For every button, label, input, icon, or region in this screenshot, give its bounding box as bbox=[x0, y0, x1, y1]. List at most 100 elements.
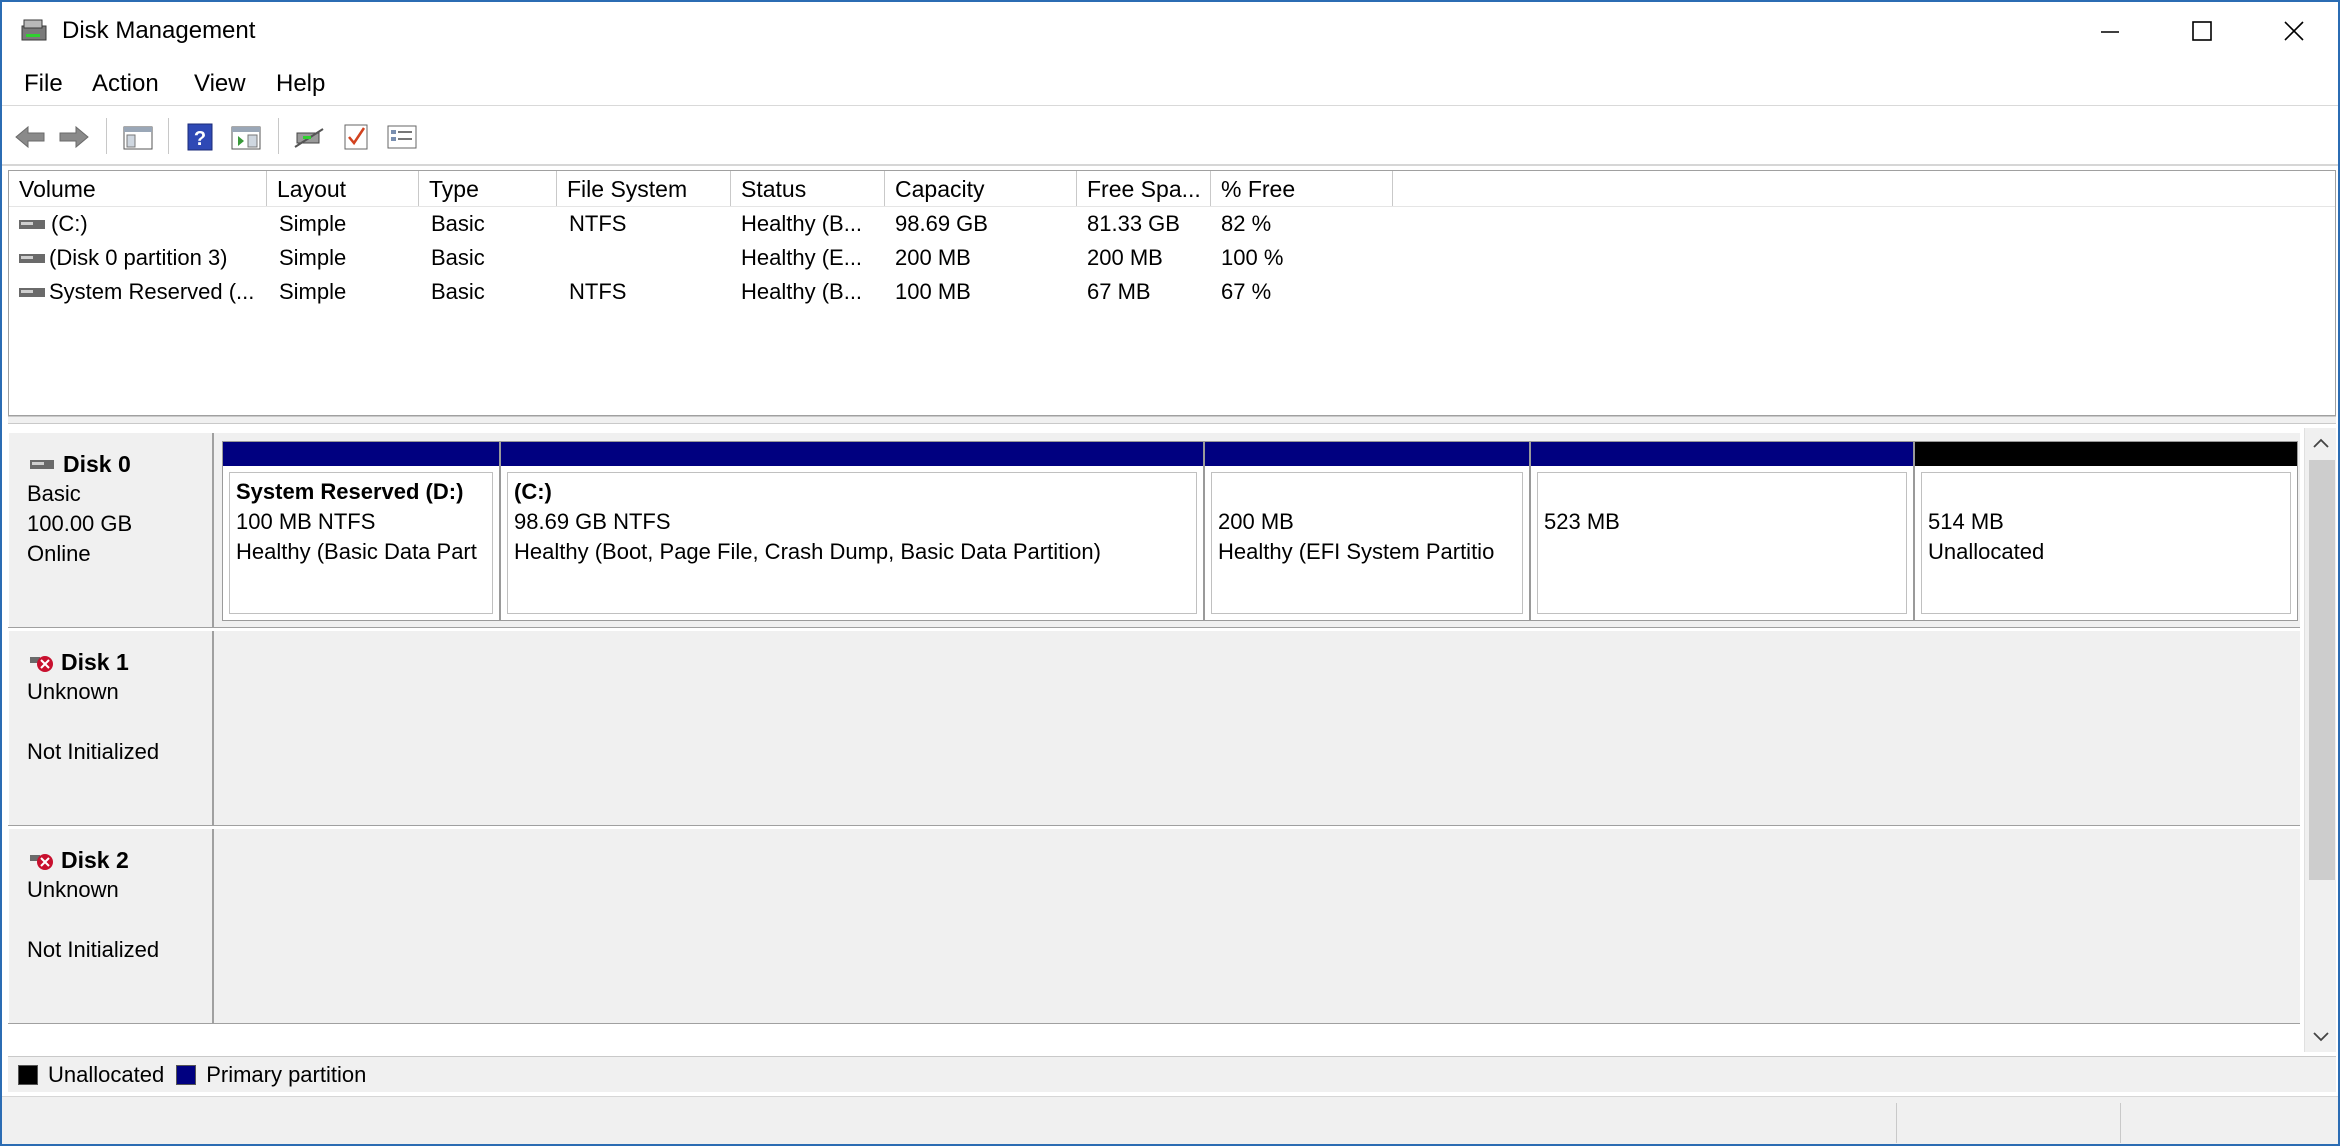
toolbar-separator bbox=[106, 118, 108, 154]
svg-text:?: ? bbox=[194, 128, 206, 150]
volume-capacity: 100 MB bbox=[895, 279, 971, 304]
window-title: Disk Management bbox=[62, 17, 256, 44]
disk-row-0: Disk 0 Basic 100.00 GB Online System Res… bbox=[8, 432, 2300, 628]
toolbar-separator bbox=[278, 118, 280, 154]
chevron-down-icon bbox=[2313, 1032, 2329, 1042]
partition-status: Healthy (Boot, Page File, Crash Dump, Ba… bbox=[514, 539, 1101, 564]
show-action-pane-button[interactable] bbox=[226, 118, 266, 156]
menu-file[interactable]: File bbox=[20, 70, 67, 98]
partition-details: 514 MB Unallocated bbox=[1921, 472, 2291, 614]
scroll-thumb[interactable] bbox=[2309, 460, 2335, 880]
disk-partitions-2 bbox=[218, 829, 2300, 1023]
partition-system-reserved[interactable]: System Reserved (D:) 100 MB NTFS Healthy… bbox=[222, 441, 500, 621]
close-icon bbox=[2284, 21, 2304, 41]
partition-efi[interactable]: 200 MB Healthy (EFI System Partitio bbox=[1204, 441, 1530, 621]
disk-label-1[interactable]: Disk 1 Unknown Not Initialized bbox=[8, 631, 214, 825]
menu-view[interactable]: View bbox=[190, 70, 250, 98]
volume-free-space: 67 MB bbox=[1087, 279, 1151, 304]
partition-size: 100 MB NTFS bbox=[236, 509, 376, 534]
forward-button[interactable] bbox=[54, 118, 94, 156]
primary-partition-swatch bbox=[176, 1064, 197, 1085]
disk-type: Unknown bbox=[27, 679, 119, 704]
volume-free-space: 81.33 GB bbox=[1087, 211, 1180, 236]
volume-layout: Simple bbox=[279, 211, 347, 236]
show-hide-console-tree-button[interactable] bbox=[118, 118, 158, 156]
disk-row-1: Disk 1 Unknown Not Initialized bbox=[8, 630, 2300, 826]
scroll-down-button[interactable] bbox=[2305, 1022, 2337, 1052]
column-header-volume[interactable]: Volume bbox=[9, 171, 267, 206]
volume-row[interactable]: (Disk 0 partition 3) Simple Basic Health… bbox=[9, 241, 2335, 275]
column-header-type[interactable]: Type bbox=[419, 171, 557, 206]
disk-name-text: Disk 1 bbox=[61, 649, 129, 675]
help-icon: ? bbox=[187, 123, 213, 151]
partition-title bbox=[1544, 477, 1900, 507]
volume-row[interactable]: System Reserved (... Simple Basic NTFS H… bbox=[9, 275, 2335, 309]
status-bar-separator bbox=[2120, 1103, 2121, 1143]
status-bar bbox=[2, 1096, 2338, 1144]
volume-layout: Simple bbox=[279, 279, 347, 304]
legend-unallocated-label: Unallocated bbox=[48, 1061, 165, 1087]
volume-percent-free: 82 % bbox=[1221, 211, 1272, 236]
maximize-icon bbox=[2192, 21, 2212, 41]
back-button[interactable] bbox=[10, 118, 50, 156]
menu-help[interactable]: Help bbox=[272, 70, 329, 98]
partition-title bbox=[1218, 477, 1516, 507]
unallocated-bar bbox=[1915, 442, 2297, 466]
disk-type: Unknown bbox=[27, 877, 119, 902]
partition-c[interactable]: (C:) 98.69 GB NTFS Healthy (Boot, Page F… bbox=[500, 441, 1204, 621]
disk-not-initialized-icon bbox=[30, 655, 53, 672]
volume-drive-icon bbox=[19, 220, 45, 229]
check-button[interactable] bbox=[336, 118, 376, 156]
volume-free-space: 200 MB bbox=[1087, 245, 1163, 270]
volume-type: Basic bbox=[431, 211, 485, 236]
connect-icon bbox=[294, 128, 324, 148]
graphical-view-scrollbar[interactable] bbox=[2304, 428, 2336, 1052]
column-header-free-space[interactable]: Free Spa... bbox=[1077, 171, 1211, 206]
partition-details: System Reserved (D:) 100 MB NTFS Healthy… bbox=[229, 472, 493, 614]
disk-label-2[interactable]: Disk 2 Unknown Not Initialized bbox=[8, 829, 214, 1023]
disk-name: Disk 0 bbox=[29, 451, 131, 478]
minimize-button[interactable] bbox=[2064, 2, 2156, 60]
partition-size: 514 MB bbox=[1928, 509, 2004, 534]
primary-partition-bar bbox=[501, 442, 1203, 466]
column-header-file-system[interactable]: File System bbox=[557, 171, 731, 206]
column-header-layout[interactable]: Layout bbox=[267, 171, 419, 206]
scroll-up-button[interactable] bbox=[2305, 428, 2337, 458]
properties-button[interactable] bbox=[382, 118, 422, 156]
toolbar-separator bbox=[168, 118, 170, 154]
disk-graphical-view: Disk 0 Basic 100.00 GB Online System Res… bbox=[8, 428, 2336, 1052]
partition-size: 98.69 GB NTFS bbox=[514, 509, 671, 534]
disk-not-initialized-icon bbox=[30, 853, 53, 870]
volume-type: Basic bbox=[431, 245, 485, 270]
disk-management-window: Disk Management File Action View Help ? bbox=[0, 0, 2340, 1146]
volume-percent-free: 67 % bbox=[1221, 279, 1272, 304]
help-button[interactable]: ? bbox=[180, 118, 220, 156]
close-button[interactable] bbox=[2248, 2, 2338, 60]
pane-splitter[interactable] bbox=[8, 416, 2336, 424]
partition-legend: Unallocated Primary partition bbox=[8, 1056, 2336, 1092]
primary-partition-bar bbox=[1205, 442, 1529, 466]
connect-button[interactable] bbox=[290, 118, 330, 156]
partition-status: Healthy (EFI System Partitio bbox=[1218, 539, 1495, 564]
volume-file-system: NTFS bbox=[569, 279, 627, 304]
volume-name: System Reserved (... bbox=[49, 279, 255, 304]
volume-status: Healthy (B... bbox=[741, 279, 863, 304]
partition-title bbox=[1928, 477, 2284, 507]
minimize-icon bbox=[2101, 31, 2119, 33]
maximize-button[interactable] bbox=[2156, 2, 2248, 60]
partition-unallocated[interactable]: 514 MB Unallocated bbox=[1914, 441, 2298, 621]
disk-type: Basic bbox=[27, 481, 81, 506]
disk-name: Disk 1 bbox=[29, 649, 129, 676]
volume-capacity: 98.69 GB bbox=[895, 211, 988, 236]
column-header-percent-free[interactable]: % Free bbox=[1211, 171, 1393, 206]
volume-row[interactable]: (C:) Simple Basic NTFS Healthy (B... 98.… bbox=[9, 207, 2335, 241]
column-header-status[interactable]: Status bbox=[731, 171, 885, 206]
menu-action[interactable]: Action bbox=[88, 70, 163, 98]
disk-name-text: Disk 0 bbox=[63, 451, 131, 477]
disk-name-text: Disk 2 bbox=[61, 847, 129, 873]
volume-status: Healthy (B... bbox=[741, 211, 863, 236]
partition-523mb[interactable]: 523 MB bbox=[1530, 441, 1914, 621]
column-header-capacity[interactable]: Capacity bbox=[885, 171, 1077, 206]
show-action-pane-icon bbox=[231, 126, 261, 150]
disk-label-0[interactable]: Disk 0 Basic 100.00 GB Online bbox=[8, 433, 214, 627]
